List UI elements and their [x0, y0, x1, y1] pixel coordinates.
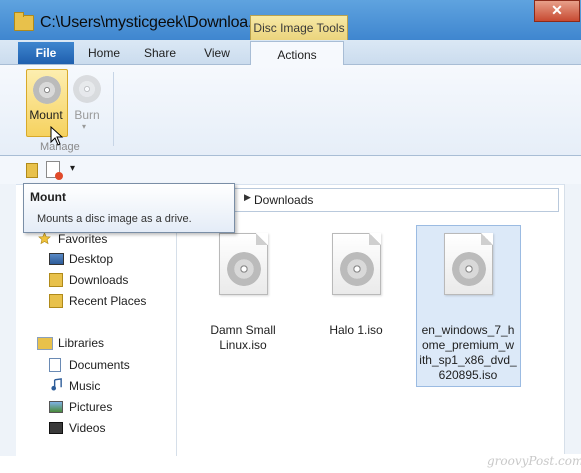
tab-share[interactable]: Share	[140, 40, 180, 64]
downloads-folder-icon	[49, 273, 63, 287]
window-right-frame	[564, 184, 581, 454]
folder-icon	[14, 12, 34, 31]
iso-file-icon	[332, 233, 381, 295]
nav-favorites[interactable]: Favorites	[58, 232, 107, 246]
disc-icon	[452, 252, 486, 286]
file-name-line: Halo 1.iso	[329, 323, 383, 337]
file-name-line: en_windows_7_h	[421, 323, 515, 337]
close-button[interactable]: ✕	[534, 0, 580, 22]
qat-properties-icon[interactable]	[46, 161, 63, 180]
nav-libraries[interactable]: Libraries	[58, 336, 104, 350]
window-title: C:\Users\mysticgeek\Downloa...	[40, 14, 261, 31]
pictures-icon	[49, 401, 63, 413]
nav-music[interactable]: Music	[69, 379, 100, 393]
tooltip-title: Mount	[30, 190, 66, 204]
disc-icon	[227, 252, 261, 286]
disc-icon	[340, 252, 374, 286]
file-name-line: 620895.iso	[438, 368, 498, 382]
videos-icon	[49, 422, 63, 434]
breadcrumb-arrow-icon[interactable]: ▶	[244, 192, 251, 203]
close-icon: ✕	[551, 2, 563, 18]
burn-dropdown-icon: ▾	[82, 122, 87, 131]
ribbon-tab-row: File Home Share View Actions	[0, 40, 581, 65]
nav-recent-places[interactable]: Recent Places	[69, 294, 146, 308]
recent-places-icon	[49, 294, 63, 308]
tooltip-description: Mounts a disc image as a drive.	[37, 213, 192, 225]
documents-icon	[49, 358, 61, 372]
explorer-window: C:\Users\mysticgeek\Downloa... Disc Imag…	[0, 0, 581, 473]
ribbon-separator	[113, 72, 114, 146]
nav-downloads[interactable]: Downloads	[69, 273, 128, 287]
quick-access-toolbar	[0, 156, 581, 185]
file-item-damn-small-linux[interactable]: Damn Small Linux.iso	[193, 233, 293, 363]
music-icon	[51, 378, 62, 391]
file-name-line: ome_premium_w	[421, 338, 515, 352]
tab-home[interactable]: Home	[84, 40, 124, 64]
burn-button[interactable]: Burn	[72, 108, 102, 122]
star-icon	[38, 232, 51, 245]
nav-documents[interactable]: Documents	[69, 358, 130, 372]
file-name-line: Linux.iso	[219, 338, 267, 352]
tab-file[interactable]: File	[18, 42, 74, 64]
nav-desktop[interactable]: Desktop	[69, 252, 113, 266]
file-item-windows-7-iso[interactable]: en_windows_7_h ome_premium_w ith_sp1_x86…	[418, 233, 518, 383]
file-name-line: Damn Small	[210, 323, 276, 337]
tab-view[interactable]: View	[197, 40, 237, 64]
tab-actions[interactable]: Actions	[250, 41, 344, 65]
nav-videos[interactable]: Videos	[69, 421, 105, 435]
desktop-icon	[49, 253, 64, 265]
libraries-icon	[37, 337, 53, 350]
contextual-tab-header: Disc Image Tools	[250, 15, 348, 43]
qat-folder-icon[interactable]	[26, 163, 38, 178]
watermark: groovyPost.com	[487, 454, 581, 468]
mouse-cursor-icon	[50, 126, 64, 146]
breadcrumb-downloads[interactable]: Downloads	[254, 193, 313, 207]
qat-dropdown-icon[interactable]: ▾	[70, 163, 75, 174]
file-name-line: ith_sp1_x86_dvd_	[419, 353, 517, 367]
file-item-halo[interactable]: Halo 1.iso	[306, 233, 406, 353]
nav-pictures[interactable]: Pictures	[69, 400, 112, 414]
window-left-frame	[0, 184, 16, 456]
burn-disc-icon	[73, 75, 101, 103]
iso-file-icon	[444, 233, 493, 295]
iso-file-icon	[219, 233, 268, 295]
mount-label: Mount	[29, 108, 63, 122]
navigation-pane: Favorites Desktop Downloads Recent Place…	[17, 226, 177, 456]
disc-icon	[33, 76, 61, 104]
